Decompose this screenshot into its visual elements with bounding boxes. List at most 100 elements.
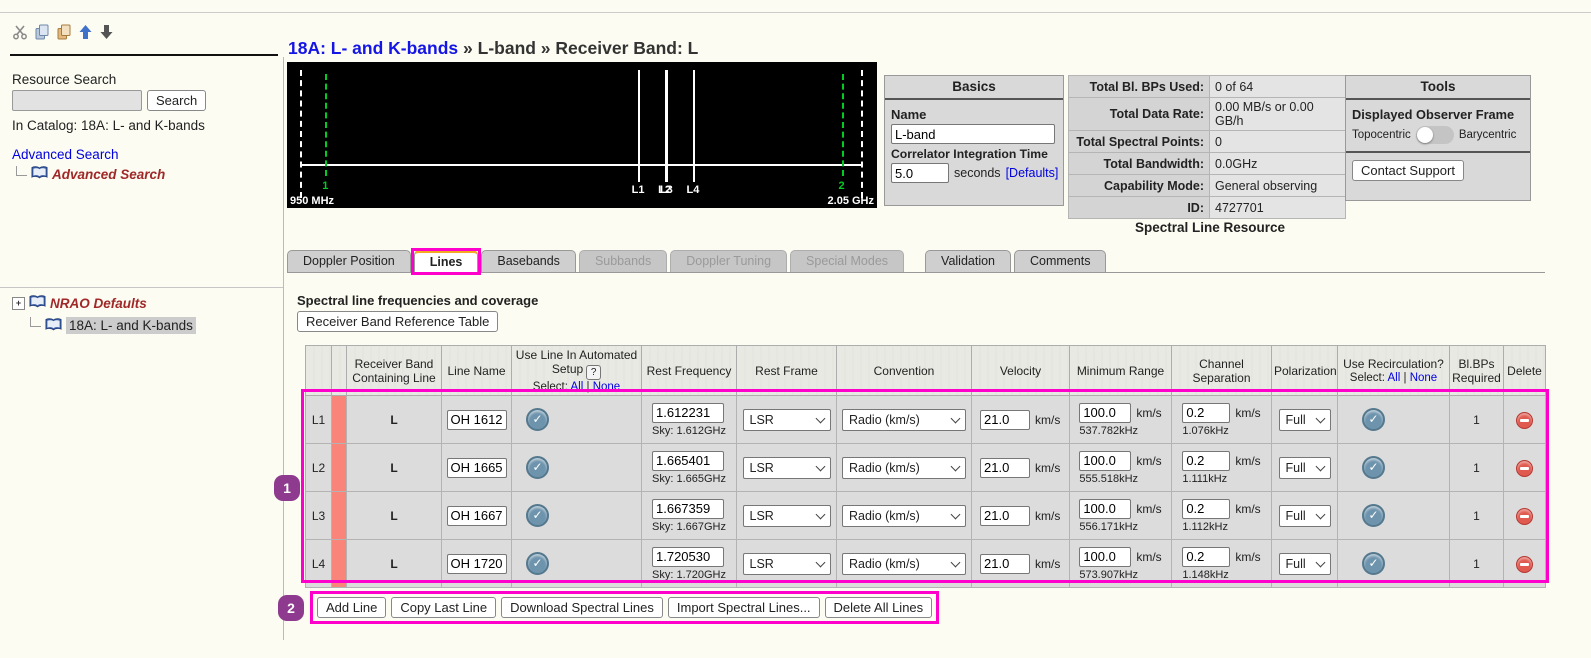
select-none-link[interactable]: None [1410,372,1438,384]
download-spectral-lines-button[interactable]: Download Spectral Lines [501,597,663,618]
channel-separation-field[interactable] [1182,403,1230,423]
rest-frequency-field[interactable] [652,451,724,471]
move-up-icon[interactable] [78,24,93,40]
select-all-link[interactable]: All [1388,372,1401,384]
help-icon[interactable]: ? [586,365,601,380]
channel-separation-field[interactable] [1182,499,1230,519]
polarization-select[interactable]: Full [1279,409,1331,431]
minimum-range-field[interactable] [1079,547,1131,567]
col-row-label [306,346,332,396]
summary-label: Total Data Rate: [1069,98,1210,131]
use-line-checkbox[interactable]: ✓ [526,552,549,575]
sidebar-toolbar [12,24,114,40]
select-none-link[interactable]: None [593,381,621,393]
rest-frame-select[interactable]: LSR [743,505,831,527]
rest-frequency-field[interactable] [652,403,724,423]
channel-separation-field[interactable] [1182,451,1230,471]
rest-frequency-field[interactable] [652,547,724,567]
defaults-link[interactable]: [Defaults] [1006,166,1059,180]
convention-select[interactable]: Radio (km/s) [842,553,966,575]
select-label: Select: [533,381,568,393]
sidebar-content-divider [283,57,284,640]
rest-frequency-field[interactable] [652,499,724,519]
copy-last-line-button[interactable]: Copy Last Line [391,597,496,618]
tab-basebands[interactable]: Basebands [481,250,576,272]
use-line-checkbox[interactable]: ✓ [526,408,549,431]
rest-frame-select[interactable]: LSR [743,553,831,575]
observer-frame-toggle[interactable] [1416,126,1454,144]
breadcrumb-catalog-link[interactable]: 18A: L- and K-bands [288,38,458,58]
cut-icon[interactable] [12,24,28,40]
tree-item-nrao-defaults[interactable]: + NRAO Defaults [12,295,147,311]
minimum-range-hz: 573.907kHz [1079,569,1161,581]
unit-label: km/s [1035,413,1060,427]
select-all-link[interactable]: All [571,381,584,393]
velocity-field[interactable] [980,506,1030,526]
convention-select[interactable]: Radio (km/s) [842,409,966,431]
tree-item-advanced-search[interactable]: Advanced Search [12,166,165,182]
line-name-field[interactable] [447,554,507,574]
table-row: Total Bandwidth:0.0GHz [1069,153,1346,175]
delete-all-lines-button[interactable]: Delete All Lines [825,597,933,618]
channel-separation-hz: 1.076kHz [1182,425,1260,437]
line-name-field[interactable] [447,410,507,430]
resource-search-input[interactable] [12,90,142,111]
line-name-field[interactable] [447,506,507,526]
integration-time-field[interactable] [891,163,949,183]
tree-expand-icon[interactable]: + [12,297,25,310]
convention-select[interactable]: Radio (km/s) [842,457,966,479]
book-icon [31,166,48,182]
use-line-checkbox[interactable]: ✓ [526,504,549,527]
polarization-select[interactable]: Full [1279,505,1331,527]
tab-comments[interactable]: Comments [1014,250,1106,272]
annotation-box-actions: Add Line Copy Last Line Download Spectra… [310,591,939,624]
minimum-range-field[interactable] [1079,451,1131,471]
minimum-range-field[interactable] [1079,499,1131,519]
line-name-field[interactable] [447,458,507,478]
move-down-icon[interactable] [99,24,114,40]
recirculation-checkbox[interactable]: ✓ [1362,456,1385,479]
tree-item-catalog[interactable]: 18A: L- and K-bands [26,317,196,334]
copy-icon[interactable] [34,24,50,40]
row-label: L3 [306,492,332,540]
delete-line-icon[interactable] [1516,412,1533,429]
recirculation-checkbox[interactable]: ✓ [1362,552,1385,575]
tab-doppler-position[interactable]: Doppler Position [287,250,411,272]
use-line-checkbox[interactable]: ✓ [526,456,549,479]
velocity-field[interactable] [980,410,1030,430]
col-polarization: Polarization [1272,346,1338,396]
tab-lines[interactable]: Lines [414,250,479,272]
recirculation-checkbox[interactable]: ✓ [1362,504,1385,527]
chevron-down-icon [1315,557,1325,567]
add-line-button[interactable]: Add Line [317,597,386,618]
velocity-field[interactable] [980,458,1030,478]
contact-support-button[interactable]: Contact Support [1352,160,1464,181]
tools-divider [1346,151,1530,153]
import-spectral-lines-button[interactable]: Import Spectral Lines... [668,597,820,618]
delete-line-icon[interactable] [1516,556,1533,573]
delete-line-icon[interactable] [1516,508,1533,525]
advanced-search-link[interactable]: Advanced Search [12,147,119,162]
velocity-field[interactable] [980,554,1030,574]
col-minimum-range: Minimum Range [1070,346,1172,396]
polarization-select[interactable]: Full [1279,457,1331,479]
summary-label: Capability Mode: [1069,175,1210,197]
summary-label: Total Bl. BPs Used: [1069,76,1210,98]
col-band: Receiver Band Containing Line [347,346,442,396]
rest-frame-select[interactable]: LSR [743,409,831,431]
convention-select[interactable]: Radio (km/s) [842,505,966,527]
search-button[interactable]: Search [147,90,206,111]
paste-icon[interactable] [56,24,72,40]
tab-validation[interactable]: Validation [925,250,1011,272]
name-field[interactable] [891,124,1055,144]
unit-label: km/s [1136,454,1161,468]
tree-item-label: NRAO Defaults [50,296,147,311]
tabstrip-baseline [287,272,1545,273]
polarization-select[interactable]: Full [1279,553,1331,575]
delete-line-icon[interactable] [1516,460,1533,477]
channel-separation-field[interactable] [1182,547,1230,567]
recirculation-checkbox[interactable]: ✓ [1362,408,1385,431]
minimum-range-field[interactable] [1079,403,1131,423]
rest-frame-select[interactable]: LSR [743,457,831,479]
receiver-band-reference-button[interactable]: Receiver Band Reference Table [297,311,498,332]
